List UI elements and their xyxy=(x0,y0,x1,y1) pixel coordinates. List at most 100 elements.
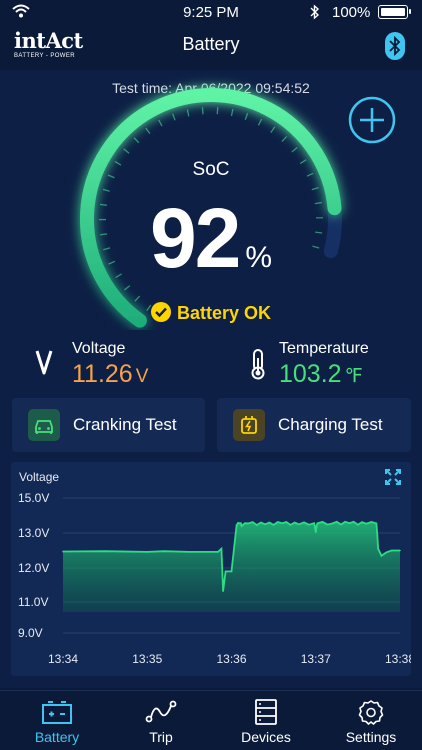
soc-value: 92 xyxy=(149,191,241,285)
settings-icon xyxy=(358,700,384,725)
soc-unit: % xyxy=(245,241,273,274)
gauge-tick xyxy=(134,295,141,302)
voltage-unit: V xyxy=(135,366,149,387)
y-tick-label: 15.0V xyxy=(18,491,49,505)
charging-icon xyxy=(233,409,265,441)
voltage-point xyxy=(239,522,241,525)
bluetooth-status-icon xyxy=(309,4,321,25)
temperature-label: Temperature xyxy=(279,340,369,357)
trip-icon xyxy=(145,700,177,723)
voltage-point xyxy=(247,522,250,525)
gauge-tick xyxy=(270,126,276,134)
bluetooth-icon[interactable] xyxy=(385,32,405,65)
charging-test-label: Charging Test xyxy=(278,415,383,434)
temperature-unit: ℉ xyxy=(344,366,363,387)
tab-battery-label: Battery xyxy=(34,729,80,745)
gauge-tick xyxy=(158,119,163,127)
cranking-test-label: Cranking Test xyxy=(73,415,177,434)
voltage-point xyxy=(390,549,393,552)
temperature-readout: 103.2 ℉ xyxy=(279,360,369,389)
gauge-tick xyxy=(281,135,288,143)
x-tick-label: 13:34 xyxy=(48,652,78,666)
check-circle-icon xyxy=(150,302,171,327)
voltage-point xyxy=(385,551,388,554)
voltage-point xyxy=(377,547,379,550)
y-tick-label: 9.0V xyxy=(18,626,43,640)
tab-battery[interactable]: Battery xyxy=(4,691,110,750)
y-tick-label: 13.0V xyxy=(18,526,49,540)
voltage-point xyxy=(220,547,223,550)
battery-icon xyxy=(42,701,72,724)
device-battery-fill xyxy=(381,8,405,16)
temperature-metric: Temperature 103.2 ℉ xyxy=(279,340,369,389)
voltage-point xyxy=(365,522,368,525)
temperature-value: 103.2 xyxy=(279,360,342,388)
voltage-readout: 11.26 V xyxy=(72,360,148,389)
voltage-metric: Voltage 11.26 V xyxy=(72,340,148,389)
chart-title: Voltage xyxy=(19,470,60,484)
voltage-value: 11.26 xyxy=(72,360,133,388)
voltage-point xyxy=(380,554,383,557)
gauge-tick xyxy=(172,113,176,121)
voltage-point xyxy=(163,550,165,552)
devices-icon xyxy=(255,699,277,725)
voltage-point xyxy=(313,522,315,524)
voltage-point xyxy=(235,524,238,526)
y-tick-label: 12.0V xyxy=(18,561,49,575)
voltage-point xyxy=(217,551,219,553)
nav-bar: intAct BATTERY - POWER Battery xyxy=(0,24,422,68)
gauge-tick xyxy=(230,109,234,117)
gauge-tick xyxy=(145,127,151,135)
gauge-tick xyxy=(244,112,249,120)
soc-readout: 92% xyxy=(0,190,422,287)
voltage-point xyxy=(348,522,351,524)
voltage-point xyxy=(298,523,300,526)
battery-percent: 100% xyxy=(332,4,371,21)
expand-icon[interactable] xyxy=(385,469,401,490)
gauge-tick xyxy=(291,146,298,153)
voltage-chart-card: 15.0V 13.0V 12.0V 11.0V 9.0V 13:34 13:35 13:36… xyxy=(11,462,411,676)
device-battery-icon xyxy=(378,5,411,19)
battery-status: Battery OK xyxy=(0,302,422,327)
gauge-tick xyxy=(123,148,130,154)
voltage-label: Voltage xyxy=(72,340,126,357)
cranking-test-button[interactable]: Cranking Test xyxy=(12,398,205,452)
voltage-point xyxy=(146,551,149,553)
battery-status-text: Battery OK xyxy=(176,303,272,323)
gauge-tick xyxy=(257,118,263,126)
voltage-point xyxy=(104,550,106,552)
voltage-point xyxy=(316,522,319,525)
tab-devices-label: Devices xyxy=(241,729,291,745)
voltage-icon xyxy=(34,348,54,381)
gauge-tick xyxy=(133,137,140,144)
voltage-point xyxy=(264,523,266,526)
voltage-point xyxy=(375,522,378,525)
x-tick-label: 13:37 xyxy=(301,652,331,666)
voltage-point xyxy=(222,590,224,592)
x-tick-label: 13:38 xyxy=(385,652,411,666)
voltage-point xyxy=(331,522,334,525)
voltage-point xyxy=(230,570,233,573)
gauge-tick xyxy=(186,109,190,117)
tab-bar: Battery Trip Devices Settings xyxy=(0,690,422,750)
battery-panel: Test time: Apr 06/2022 09:54:52 SoC 92% xyxy=(0,70,422,688)
charging-test-button[interactable]: Charging Test xyxy=(217,398,411,452)
status-bar: 9:25 PM 100% xyxy=(0,0,422,24)
voltage-point xyxy=(399,549,401,552)
thermometer-icon xyxy=(247,348,269,385)
tab-trip[interactable]: Trip xyxy=(108,691,214,750)
x-tick-label: 13:35 xyxy=(132,652,162,666)
y-tick-label: 11.0V xyxy=(18,595,48,609)
voltage-point xyxy=(240,525,243,527)
tab-settings-label: Settings xyxy=(345,729,397,745)
tab-devices[interactable]: Devices xyxy=(213,691,319,750)
tab-settings[interactable]: Settings xyxy=(318,691,422,750)
voltage-point xyxy=(224,570,227,573)
gauge-tick xyxy=(201,107,204,115)
voltage-point xyxy=(62,550,64,553)
voltage-point xyxy=(281,522,283,524)
car-icon xyxy=(28,409,60,441)
x-tick-label: 13:36 xyxy=(216,652,246,666)
soc-label: SoC xyxy=(192,159,230,180)
voltage-chart: 15.0V 13.0V 12.0V 11.0V 9.0V 13:34 13:35 13:36… xyxy=(18,491,411,666)
